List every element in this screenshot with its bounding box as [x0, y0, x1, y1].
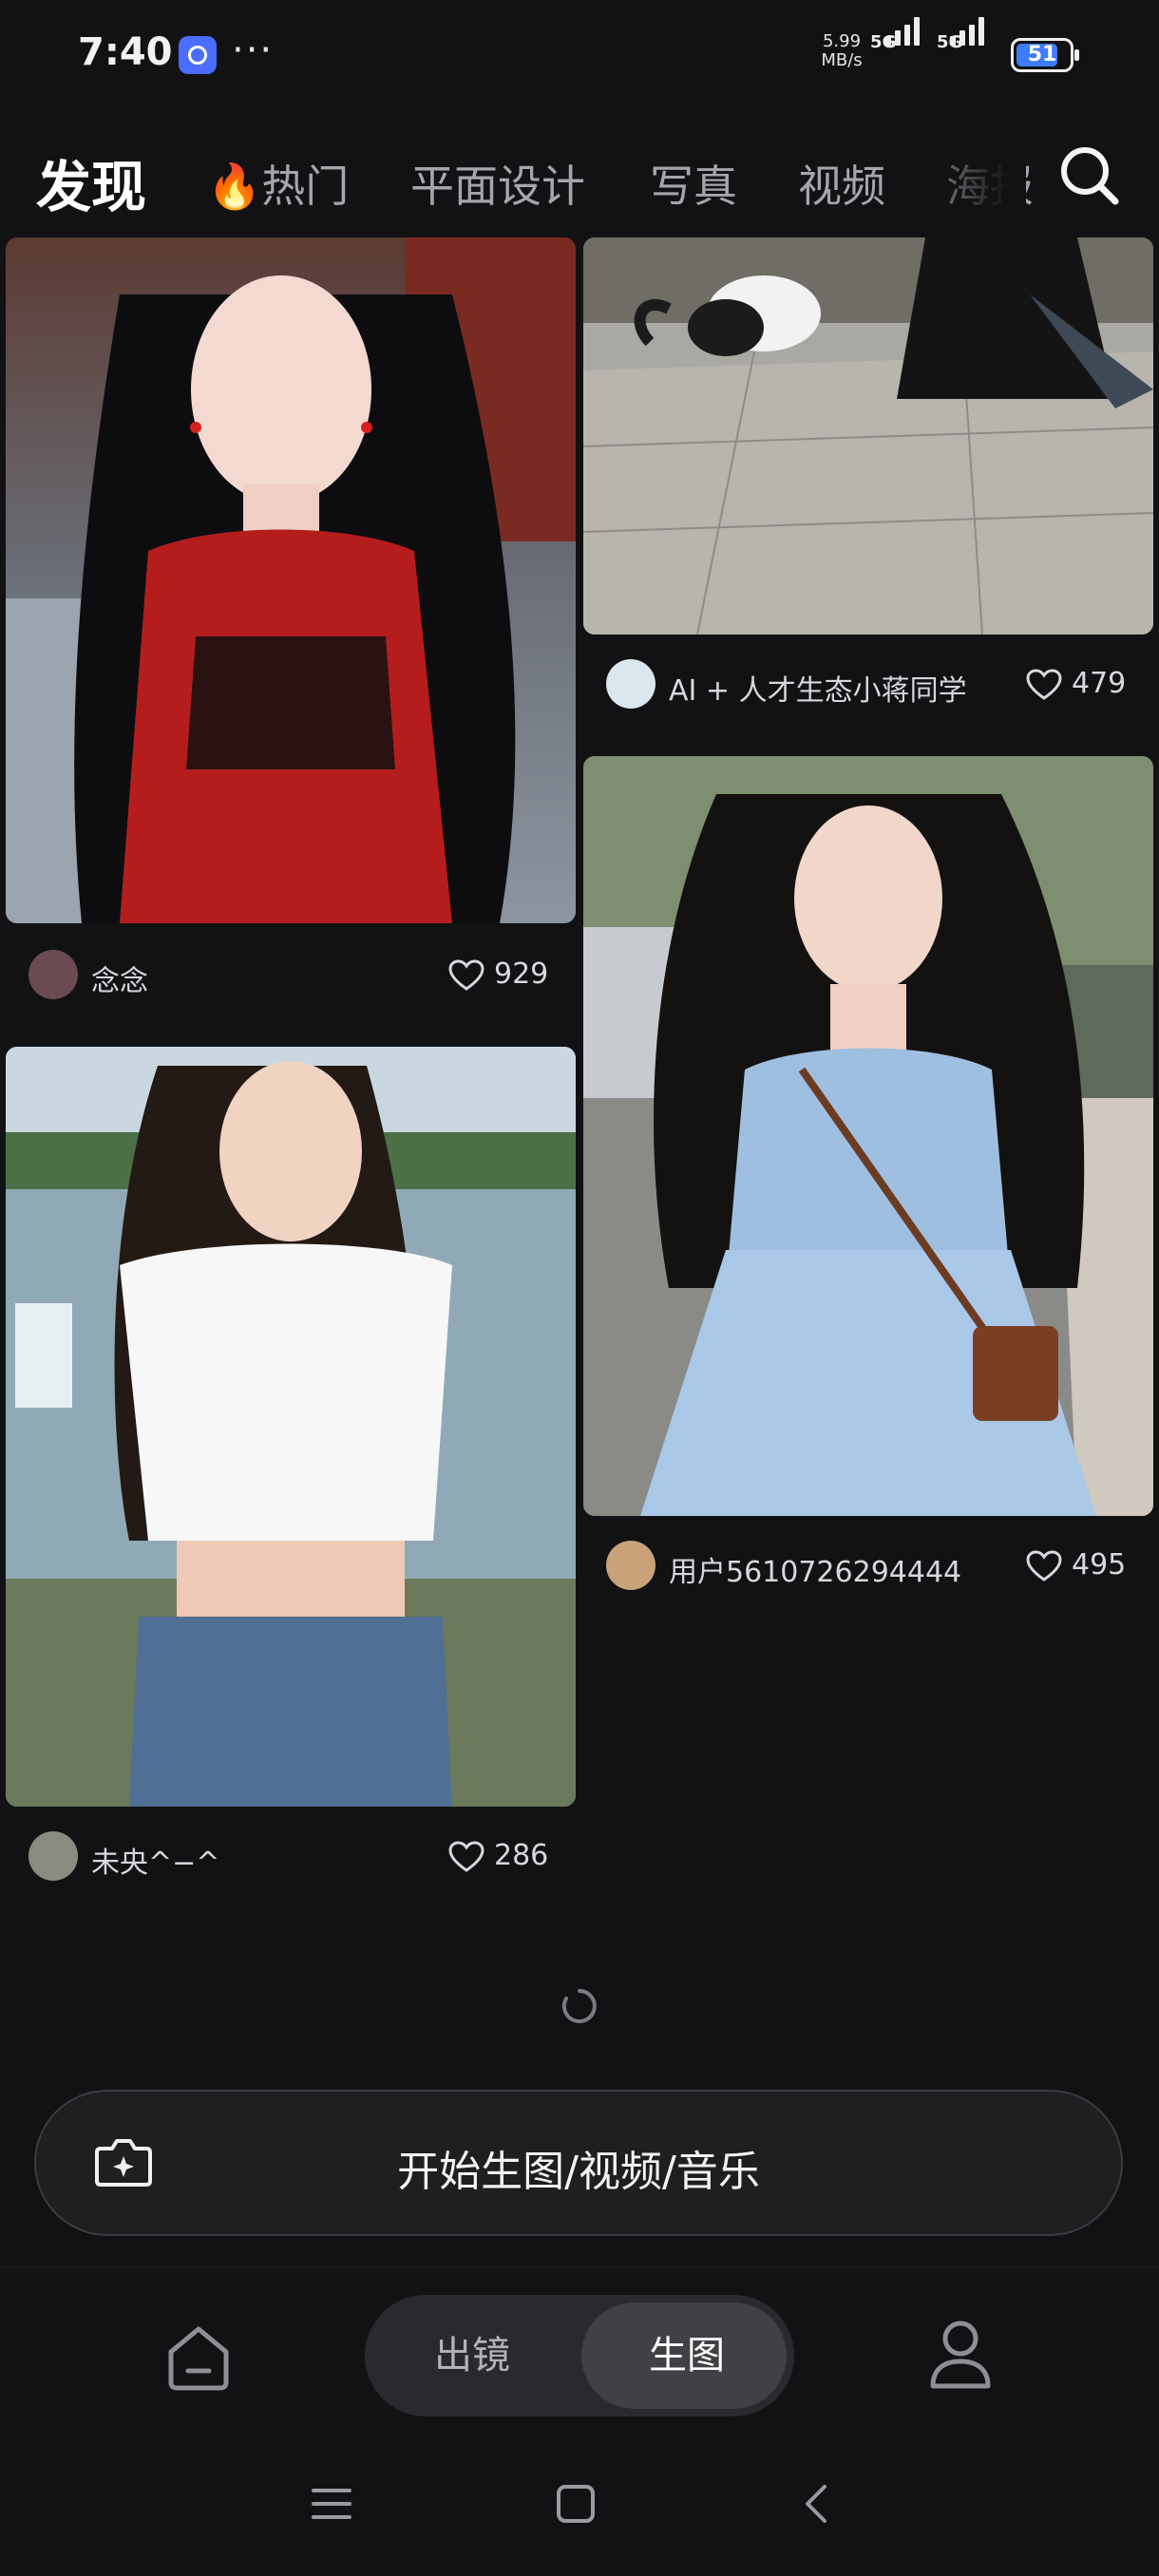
heart-icon: [448, 1841, 484, 1872]
status-time: 7:40: [78, 30, 173, 74]
tab-graphic-design[interactable]: 平面设计: [410, 152, 585, 215]
signal-1-icon: 5G: [870, 17, 931, 74]
tab-discover[interactable]: 发现: [36, 142, 146, 222]
network-speed-value: 5.99: [822, 31, 862, 51]
battery-level: 51: [1027, 43, 1057, 66]
network-speed-unit: MB/s: [821, 50, 863, 70]
recent-apps-icon[interactable]: [310, 2483, 353, 2525]
feed-card-meta: AI + 人才生态小蒋同学 479: [606, 655, 1130, 712]
feed-image-blue-dress[interactable]: [583, 756, 1153, 1516]
tab-hot[interactable]: 🔥热门: [207, 152, 349, 215]
author-name[interactable]: 用户5610726294444: [669, 1548, 961, 1590]
author-name[interactable]: 未央^−^: [91, 1839, 219, 1881]
feed-card-meta: 念念 929: [28, 946, 553, 1003]
divider: [0, 2266, 1159, 2268]
feed-card-meta: 用户5610726294444 495: [606, 1537, 1130, 1594]
network-speed: 5.99 MB/s: [819, 32, 864, 70]
feed-image-white-tee[interactable]: [6, 1047, 576, 1807]
segment-appear[interactable]: 出镜: [365, 2295, 580, 2416]
search-icon[interactable]: [1056, 142, 1123, 209]
signal-1-label: 5G: [870, 32, 897, 52]
like-button[interactable]: 479: [1026, 665, 1130, 703]
feed-image-red-hanfu[interactable]: [6, 237, 576, 923]
avatar[interactable]: [606, 1541, 656, 1590]
home-nav-icon[interactable]: [555, 2483, 597, 2525]
start-create-button[interactable]: 开始生图/视频/音乐: [34, 2090, 1123, 2236]
like-button[interactable]: 286: [448, 1837, 553, 1875]
avatar[interactable]: [28, 1831, 78, 1881]
like-count: 479: [1072, 667, 1127, 700]
avatar[interactable]: [606, 659, 656, 709]
top-tab-bar: 发现 🔥热门 平面设计 写真 视频 海报: [0, 133, 1159, 237]
tab-portrait[interactable]: 写真: [650, 152, 737, 215]
loading-spinner-icon: [561, 1989, 597, 2023]
signal-2-icon: 5G: [937, 17, 998, 74]
author-name[interactable]: AI + 人才生态小蒋同学: [669, 667, 967, 709]
status-bar: 7:40 ··· 5.99 MB/s 5G 5G 51: [0, 0, 1159, 114]
like-count: 286: [494, 1839, 549, 1872]
battery-icon: 51: [1011, 38, 1079, 72]
author-name[interactable]: 念念: [91, 957, 148, 999]
tab-video[interactable]: 视频: [798, 152, 885, 215]
avatar[interactable]: [28, 950, 78, 999]
heart-icon: [1026, 669, 1062, 700]
start-create-label: 开始生图/视频/音乐: [397, 2148, 760, 2196]
home-icon[interactable]: [163, 2323, 234, 2394]
mode-segmented-control: 出镜 生图: [365, 2295, 794, 2416]
feed-image-cat-video[interactable]: [583, 237, 1153, 635]
like-count: 495: [1072, 1548, 1127, 1582]
heart-icon: [448, 959, 484, 991]
back-icon[interactable]: [802, 2483, 830, 2525]
more-notifications-indicator: ···: [232, 28, 275, 72]
heart-icon: [1026, 1550, 1062, 1582]
person-icon[interactable]: [927, 2318, 994, 2394]
app-notification-icon: [179, 36, 217, 74]
like-button[interactable]: 495: [1026, 1546, 1130, 1584]
segment-generate-image[interactable]: 生图: [580, 2295, 794, 2416]
feed-card-meta: 未央^−^ 286: [28, 1828, 553, 1885]
like-count: 929: [494, 957, 549, 991]
like-button[interactable]: 929: [448, 956, 553, 994]
